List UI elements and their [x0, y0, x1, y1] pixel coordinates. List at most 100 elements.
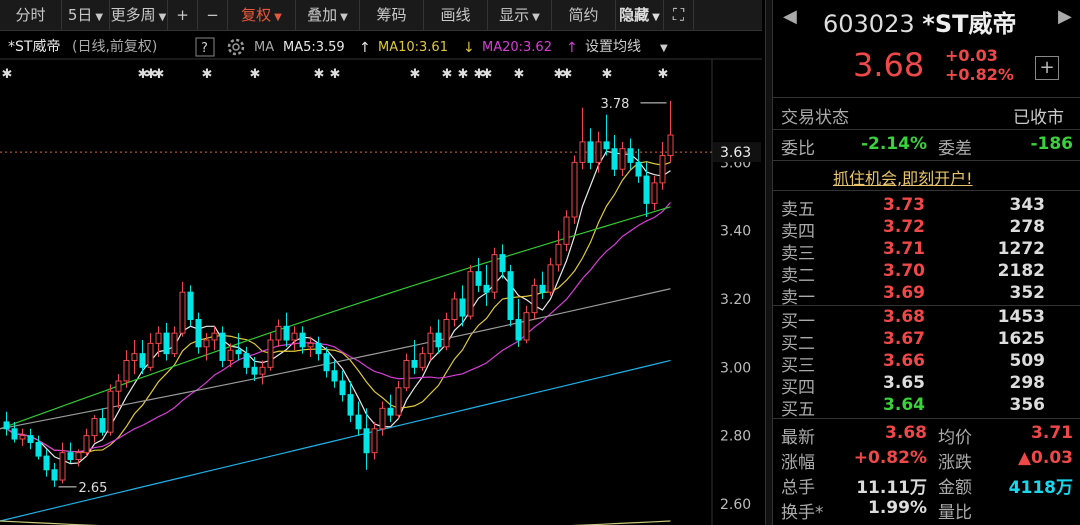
kline-chart[interactable]: *ST威帝 (日线,前复权) ? MA MA5:3.59 ↑ MA10:3.61…: [0, 31, 762, 525]
status-label: 交易状态: [781, 108, 849, 128]
bids-row[interactable]: 买五 3.64 356: [773, 395, 1080, 420]
chevron-down-icon[interactable]: ▼: [660, 43, 668, 54]
candle-body: [179, 291, 186, 334]
candle-body: [539, 284, 546, 293]
candle-body: [635, 161, 642, 177]
toolbar-item-8[interactable]: 画线: [424, 0, 488, 30]
candle-body: [379, 407, 386, 430]
weibi-label: 委比: [781, 139, 815, 159]
candle-body: [107, 390, 114, 433]
candle-body: [619, 148, 626, 170]
candle-body: [403, 359, 410, 389]
ma20-arrow-icon: ↑: [566, 40, 578, 56]
toolbar-item-4[interactable]: −: [198, 0, 228, 30]
toolbar-item-9[interactable]: 显示 ▼: [488, 0, 552, 30]
candle-body: [203, 339, 210, 348]
divider: [773, 190, 1080, 191]
candle-body: [667, 134, 674, 157]
add-watchlist-button[interactable]: +: [1035, 56, 1059, 80]
candle-body: [67, 452, 74, 461]
quote-panel: ◀ 603023 *ST威帝 ▶ 3.68 +0.03 +0.82% + 交易状…: [773, 0, 1080, 525]
stats-value: 1.99%: [868, 498, 927, 518]
asks-row[interactable]: 卖一 3.69 352: [773, 283, 1080, 308]
candle-body: [531, 284, 538, 314]
stats-row: 换手* 1.99% 量比: [773, 498, 1080, 523]
candle-body: [59, 452, 66, 481]
bids-row[interactable]: 买一 3.68 1453: [773, 307, 1080, 332]
open-account-link[interactable]: 抓住机会,即刻开户!: [833, 165, 973, 189]
candle-body: [307, 342, 314, 348]
next-stock-icon[interactable]: ▶: [1058, 6, 1072, 27]
legend-mode: (日线,前复权): [72, 38, 157, 55]
bids-row[interactable]: 买三 3.66 509: [773, 351, 1080, 376]
y-tick-label: 2.60: [720, 497, 751, 513]
expand-icon[interactable]: ⛶: [664, 0, 694, 30]
toolbar-item-0[interactable]: 分时: [0, 0, 62, 30]
candle-body: [603, 141, 610, 150]
stats-row: 最新 3.68 均价 3.71: [773, 423, 1080, 448]
toolbar-item-10[interactable]: 简约: [552, 0, 616, 30]
event-marker-icon: ✱: [602, 67, 613, 82]
price-change-block: +0.03 +0.82%: [945, 46, 1014, 84]
bids-volume: 356: [1009, 395, 1046, 415]
chevron-down-icon: ▼: [652, 12, 660, 23]
bids-price: 3.67: [883, 329, 925, 349]
toolbar-item-label: 筹码: [376, 6, 407, 24]
asks-price: 3.70: [883, 261, 925, 281]
toolbar-item-6[interactable]: 叠加 ▼: [296, 0, 360, 30]
toolbar-item-5[interactable]: 复权 ▼: [228, 0, 296, 30]
stats-value: 3.68: [885, 423, 927, 443]
event-marker-icon: ✱: [202, 67, 213, 82]
candle-body: [363, 428, 370, 454]
status-value: 已收市: [1013, 108, 1064, 128]
toolbar-item-label: 画线: [440, 6, 471, 24]
toolbar-item-11[interactable]: 隐藏 ▼: [616, 0, 664, 30]
y-tick-label: 3.20: [720, 292, 751, 308]
toolbar-item-2[interactable]: 更多周 ▼: [110, 0, 168, 30]
gear-icon[interactable]: [227, 38, 245, 56]
prev-stock-icon[interactable]: ◀: [783, 6, 797, 27]
event-marker-icon: ✱: [458, 67, 469, 82]
asks-row[interactable]: 卖五 3.73 343: [773, 195, 1080, 220]
candle-body: [627, 148, 634, 163]
y-tick-label: 2.80: [720, 429, 751, 445]
toolbar-item-1[interactable]: 5日 ▼: [62, 0, 110, 30]
candle-body: [155, 332, 162, 344]
candle-body: [587, 141, 594, 163]
toolbar-item-label: 复权: [241, 6, 272, 24]
toolbar-item-3[interactable]: +: [168, 0, 198, 30]
candle-body: [91, 418, 98, 437]
candle-body: [323, 353, 330, 372]
event-marker-icon: ✱: [658, 67, 669, 82]
bids-row[interactable]: 买四 3.65 298: [773, 373, 1080, 398]
weicha-label: 委差: [938, 139, 972, 159]
toolbar-item-7[interactable]: 筹码: [360, 0, 424, 30]
stats-label: 涨幅: [781, 453, 815, 473]
ma-label: MA: [254, 40, 274, 55]
asks-row[interactable]: 卖四 3.72 278: [773, 217, 1080, 242]
candle-body: [371, 428, 378, 454]
candle-body: [99, 418, 106, 433]
ma5-arrow-icon: ↑: [359, 40, 371, 56]
panel-splitter[interactable]: [765, 0, 773, 525]
event-markers: ✱ ✱✱✱ ✱ ✱ ✱ ✱ ✱ ✱ ✱ ✱✱ ✱ ✱✱ ✱ ✱: [2, 67, 669, 82]
event-marker-icon: ✱: [482, 67, 493, 82]
ma-settings-link[interactable]: 设置均线: [585, 39, 641, 55]
candle-body: [571, 161, 578, 218]
candle-body: [19, 435, 26, 440]
moving-average-lines: [0, 150, 671, 525]
asks-row[interactable]: 卖三 3.71 1272: [773, 239, 1080, 264]
asks-row[interactable]: 卖二 3.70 2182: [773, 261, 1080, 286]
candle-body: [35, 441, 42, 457]
candle-body: [395, 387, 402, 416]
bids-row[interactable]: 买二 3.67 1625: [773, 329, 1080, 354]
ma5-value: MA5:3.59: [283, 40, 345, 55]
bids-volume: 1453: [997, 307, 1045, 327]
candle-body: [163, 332, 170, 355]
last-price: 3.68: [853, 46, 925, 84]
ma30-line: [0, 206, 671, 430]
candle-body: [83, 435, 90, 454]
candle-body: [331, 370, 338, 382]
candle-body: [355, 414, 362, 430]
y-tick-label: 3.00: [720, 360, 751, 376]
